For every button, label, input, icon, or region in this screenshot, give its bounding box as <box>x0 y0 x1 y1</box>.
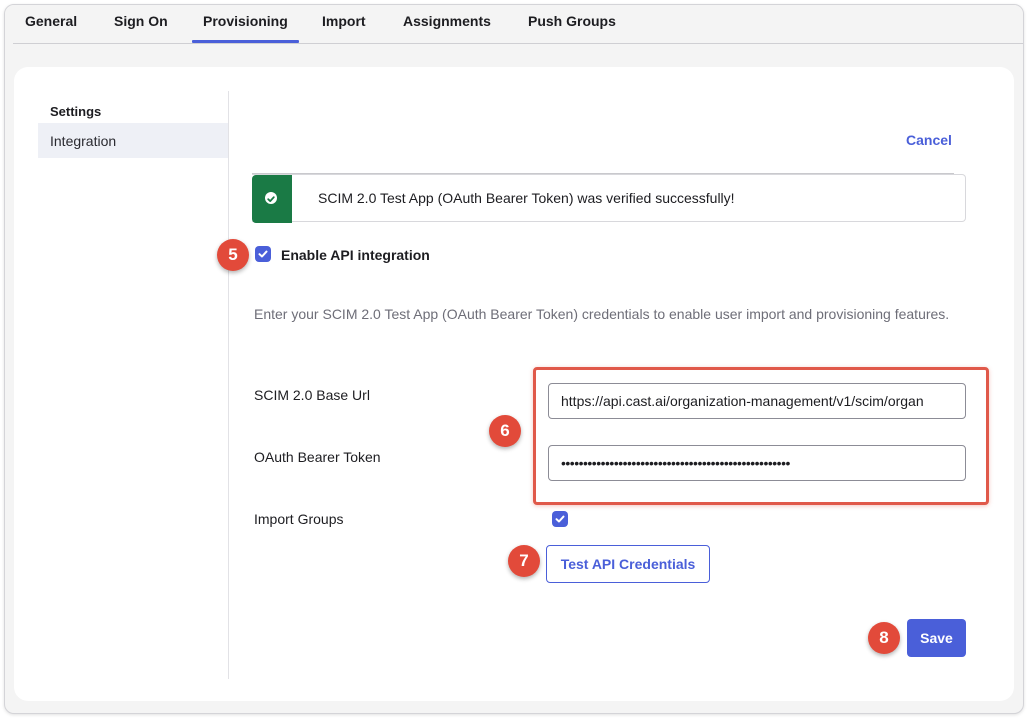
credentials-description: Enter your SCIM 2.0 Test App (OAuth Bear… <box>254 306 950 322</box>
bearer-token-input[interactable]: ••••••••••••••••••••••••••••••••••••••••… <box>548 445 966 481</box>
settings-panel: Settings Integration Cancel SCIM 2.0 Tes… <box>14 67 1014 701</box>
tab-general[interactable]: General <box>25 13 77 29</box>
bearer-token-value: ••••••••••••••••••••••••••••••••••••••••… <box>561 455 790 471</box>
save-button[interactable]: Save <box>907 619 966 657</box>
annotation-step-5: 5 <box>217 239 249 271</box>
tab-assignments[interactable]: Assignments <box>403 13 491 29</box>
sidebar-title: Settings <box>50 104 102 119</box>
enable-api-checkbox[interactable] <box>255 246 271 262</box>
check-circle-icon <box>265 192 277 204</box>
tab-push-groups[interactable]: Push Groups <box>528 13 616 29</box>
tab-bar: General Sign On Provisioning Import Assi… <box>5 5 1023 43</box>
enable-api-label: Enable API integration <box>281 247 430 263</box>
base-url-label: SCIM 2.0 Base Url <box>254 387 370 403</box>
annotation-step-6: 6 <box>489 415 521 447</box>
import-groups-checkbox[interactable] <box>552 511 568 527</box>
app-window: General Sign On Provisioning Import Assi… <box>4 4 1024 714</box>
cancel-link[interactable]: Cancel <box>906 132 952 148</box>
sidebar-divider <box>228 91 229 679</box>
base-url-input[interactable]: https://api.cast.ai/organization-managem… <box>548 383 966 419</box>
tab-import[interactable]: Import <box>322 13 366 29</box>
sidebar-item-integration[interactable]: Integration <box>38 123 228 158</box>
test-api-credentials-button[interactable]: Test API Credentials <box>546 545 710 583</box>
tab-sign-on[interactable]: Sign On <box>114 13 168 29</box>
annotation-step-8: 8 <box>868 622 900 654</box>
tab-divider <box>13 43 1023 44</box>
import-groups-label: Import Groups <box>254 511 344 527</box>
token-label: OAuth Bearer Token <box>254 449 381 465</box>
success-icon-box <box>252 175 292 223</box>
success-banner: SCIM 2.0 Test App (OAuth Bearer Token) w… <box>252 174 966 223</box>
annotation-step-7: 7 <box>508 545 540 577</box>
banner-message: SCIM 2.0 Test App (OAuth Bearer Token) w… <box>318 190 735 206</box>
base-url-value: https://api.cast.ai/organization-managem… <box>561 393 924 409</box>
tab-provisioning[interactable]: Provisioning <box>203 13 288 29</box>
